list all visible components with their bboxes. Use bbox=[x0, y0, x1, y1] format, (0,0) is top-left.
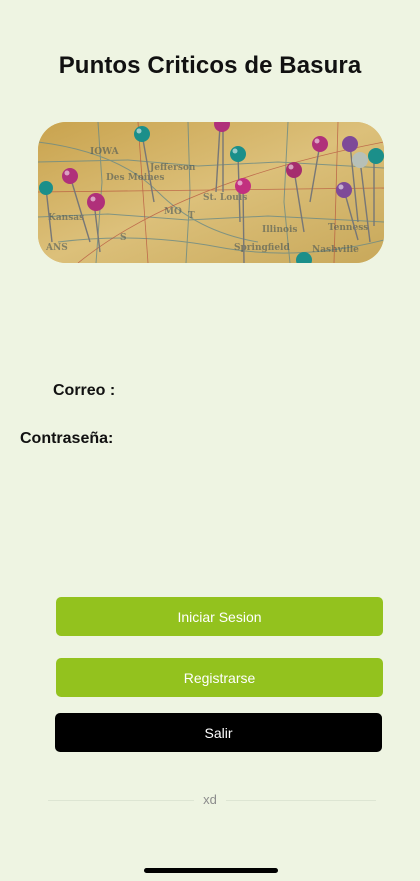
svg-text:Tenness: Tenness bbox=[328, 223, 368, 233]
page-title: Puntos Criticos de Basura bbox=[58, 52, 362, 79]
svg-text:T: T bbox=[188, 211, 195, 221]
divider-line-right bbox=[226, 800, 376, 801]
svg-text:Kansas: Kansas bbox=[48, 213, 84, 223]
svg-text:Illinois: Illinois bbox=[262, 225, 298, 235]
svg-text:Nashville: Nashville bbox=[312, 245, 359, 255]
login-screen: Puntos Criticos de Basura IOWA Des Moine… bbox=[0, 0, 420, 881]
register-button[interactable]: Registrarse bbox=[56, 658, 383, 697]
email-label: Correo : bbox=[53, 382, 116, 399]
svg-text:MO: MO bbox=[164, 207, 182, 217]
login-button[interactable]: Iniciar Sesion bbox=[56, 597, 383, 636]
svg-text:Des Moines: Des Moines bbox=[106, 173, 164, 183]
svg-text:St. Louis: St. Louis bbox=[203, 193, 247, 203]
email-input[interactable] bbox=[122, 380, 382, 404]
svg-text:S: S bbox=[120, 233, 127, 243]
svg-text:IOWA: IOWA bbox=[90, 147, 120, 157]
divider-line-left bbox=[48, 800, 194, 801]
home-indicator[interactable] bbox=[144, 868, 278, 873]
divider-text: xd bbox=[203, 792, 217, 807]
svg-text:Jefferson: Jefferson bbox=[149, 163, 196, 173]
exit-button[interactable]: Salir bbox=[55, 713, 382, 752]
svg-text:Springfield: Springfield bbox=[234, 243, 290, 253]
svg-text:ANS: ANS bbox=[45, 243, 68, 253]
hero-map-image: IOWA Des Moines Kansas S MO T St. Louis … bbox=[38, 122, 384, 263]
password-label: Contraseña: bbox=[20, 430, 114, 447]
password-input[interactable] bbox=[122, 428, 382, 452]
